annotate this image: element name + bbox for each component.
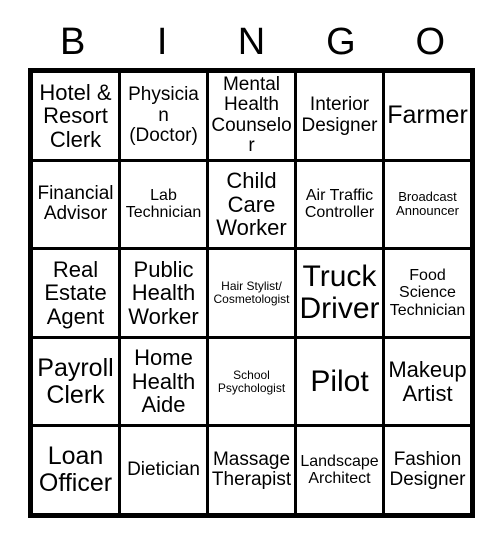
bingo-cell[interactable]: Payroll Clerk (33, 338, 121, 425)
bingo-cell[interactable]: Pilot (297, 338, 385, 425)
bingo-row: Financial Advisor Lab Technician Child C… (33, 161, 470, 251)
bingo-cell-label: Hotel & Resort Clerk (39, 79, 112, 152)
bingo-header-letter-n: N (237, 21, 266, 63)
bingo-cell[interactable]: Makeup Artist (385, 338, 470, 425)
bingo-cell-label: Payroll Clerk (37, 353, 114, 409)
bingo-cell[interactable]: Hair Stylist/ Cosmetologist (209, 250, 297, 336)
bingo-cell[interactable]: Child Care Worker (209, 161, 297, 248)
bingo-cell-label: Truck Driver (299, 259, 380, 325)
bingo-cell-label: Air Traffic Controller (304, 187, 375, 222)
bingo-row: Hotel & Resort Clerk Physician (Doctor) … (33, 73, 470, 162)
bingo-cell[interactable]: Mental Health Counselor (209, 73, 297, 159)
bingo-cell[interactable]: Fashion Designer (385, 427, 470, 513)
bingo-cell[interactable]: Food Science Technician (385, 250, 470, 336)
bingo-cell-label: Physician (Doctor) (128, 84, 199, 146)
bingo-cell[interactable]: Landscape Architect (297, 427, 385, 513)
bingo-row: Loan Officer Dietician Massage Therapist… (33, 427, 470, 513)
bingo-cell-label: Massage Therapist (211, 448, 292, 491)
bingo-header-letter-g: G (326, 21, 356, 63)
bingo-cell[interactable]: Public Health Worker (121, 250, 209, 336)
bingo-card: B I N G O Hotel & Resort Clerk Physician… (0, 0, 502, 544)
bingo-cell-label: Home Health Aide (131, 345, 196, 418)
bingo-header-letter-i: I (156, 21, 168, 63)
bingo-cell[interactable]: Home Health Aide (121, 338, 209, 425)
bingo-header-row: B I N G O (28, 18, 475, 66)
bingo-grid: Hotel & Resort Clerk Physician (Doctor) … (28, 68, 475, 518)
bingo-cell-label: Fashion Designer (389, 448, 466, 491)
bingo-cell[interactable]: Farmer (385, 73, 470, 159)
bingo-cell-label: Lab Technician (125, 187, 202, 222)
bingo-cell[interactable]: Massage Therapist (209, 427, 297, 513)
bingo-cell-label: Farmer (387, 101, 468, 130)
bingo-cell-label: Hair Stylist/ Cosmetologist (213, 279, 290, 306)
bingo-cell-label: School Psychologist (217, 367, 286, 395)
bingo-row: Real Estate Agent Public Health Worker H… (33, 250, 470, 339)
bingo-cell-label: Real Estate Agent (44, 256, 107, 329)
bingo-cell-label: Child Care Worker (216, 168, 287, 241)
bingo-cell[interactable]: Hotel & Resort Clerk (33, 73, 121, 159)
bingo-cell-label: Interior Designer (301, 94, 378, 136)
bingo-cell-label: Broadcast Announcer (396, 189, 459, 219)
bingo-cell[interactable]: School Psychologist (209, 338, 297, 425)
bingo-cell-label: Dietician (127, 459, 200, 480)
bingo-header-letter-o: O (415, 21, 446, 63)
bingo-row: Payroll Clerk Home Health Aide School Ps… (33, 338, 470, 428)
bingo-cell[interactable]: Truck Driver (297, 250, 385, 336)
bingo-cell-label: Pilot (310, 364, 369, 398)
bingo-cell[interactable]: Physician (Doctor) (121, 73, 209, 159)
bingo-cell-label: Financial Advisor (37, 183, 114, 225)
bingo-cell-label: Loan Officer (38, 442, 113, 498)
bingo-cell-label: Mental Health Counselor (211, 74, 292, 157)
bingo-cell[interactable]: Lab Technician (121, 161, 209, 248)
bingo-cell-label: Public Health Worker (128, 256, 199, 329)
bingo-cell[interactable]: Dietician (121, 427, 209, 513)
bingo-cell-label: Makeup Artist (388, 357, 467, 406)
bingo-cell[interactable]: Broadcast Announcer (385, 161, 470, 248)
bingo-header-letter-b: B (60, 21, 86, 63)
bingo-cell[interactable]: Interior Designer (297, 73, 385, 159)
bingo-cell[interactable]: Loan Officer (33, 427, 121, 513)
bingo-cell[interactable]: Financial Advisor (33, 161, 121, 248)
bingo-cell-label: Landscape Architect (300, 453, 379, 488)
bingo-cell[interactable]: Air Traffic Controller (297, 161, 385, 248)
bingo-cell[interactable]: Real Estate Agent (33, 250, 121, 336)
bingo-cell-label: Food Science Technician (389, 267, 466, 319)
